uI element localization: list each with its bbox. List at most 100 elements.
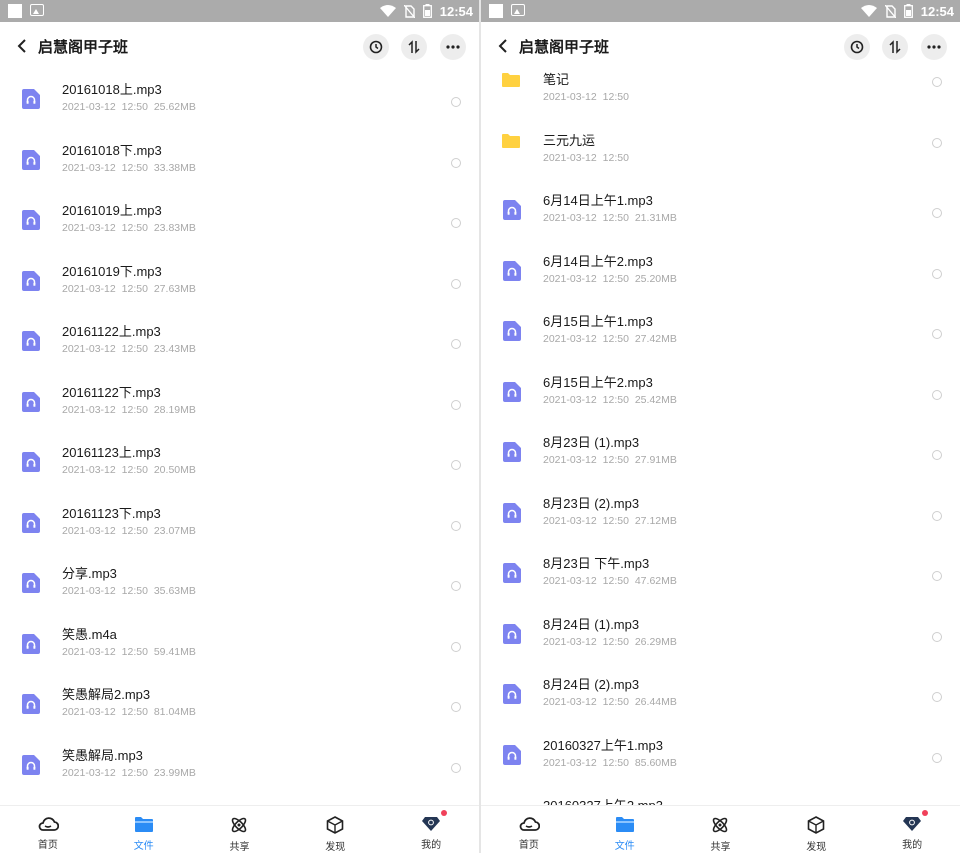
- audio-file-icon: [503, 381, 521, 402]
- select-radio[interactable]: [451, 520, 461, 531]
- file-size: 26.44MB: [634, 696, 677, 708]
- select-radio[interactable]: [451, 399, 461, 410]
- file-meta: 2021-03-12 12:50 25.20MB: [543, 273, 677, 285]
- file-row[interactable]: 6月14日上午2.mp3 2021-03-12 12:50 25.20MB: [481, 240, 960, 301]
- file-row[interactable]: 20161122上.mp3 2021-03-12 12:50 23.43MB: [0, 310, 479, 371]
- notification-square-icon: [489, 4, 503, 18]
- select-radio[interactable]: [932, 510, 942, 521]
- select-radio[interactable]: [932, 329, 942, 339]
- audio-file-icon: [22, 573, 40, 593]
- tab-diamond-profile[interactable]: 我的: [383, 806, 479, 853]
- file-row[interactable]: 20160327上午1.mp3 2021-03-12 12:50 85.60MB: [481, 724, 960, 785]
- file-row[interactable]: 6月15日上午1.mp3 2021-03-12 12:50 27.42MB: [481, 300, 960, 361]
- tab-cloud[interactable]: 首页: [0, 806, 96, 853]
- tab-label: 发现: [325, 842, 346, 853]
- audio-file-icon: [22, 452, 40, 472]
- tab-diamond-profile[interactable]: 我的: [864, 806, 960, 853]
- file-name: 分享.mp3: [62, 566, 117, 581]
- select-radio[interactable]: [932, 571, 942, 581]
- select-radio[interactable]: [932, 77, 942, 87]
- select-radio[interactable]: [451, 97, 461, 107]
- file-row[interactable]: 20161018上.mp3 2021-03-12 12:50 25.62MB: [0, 68, 479, 129]
- file-row[interactable]: 8月24日 (1).mp3 2021-03-12 12:50 26.29MB: [481, 603, 960, 664]
- file-meta: 2021-03-12 12:50 23.07MB: [62, 525, 196, 537]
- notification-dot: [922, 810, 929, 816]
- back-button[interactable]: [10, 34, 34, 58]
- select-radio[interactable]: [451, 157, 461, 168]
- select-radio[interactable]: [932, 450, 942, 460]
- audio-file-icon: [503, 502, 521, 523]
- more-button[interactable]: [921, 34, 947, 60]
- file-name: 20161122下.mp3: [62, 384, 161, 400]
- tab-label: 首页: [518, 840, 539, 851]
- file-size: 33.38MB: [153, 161, 196, 174]
- file-size: 25.20MB: [634, 272, 677, 285]
- sort-icon: [408, 40, 420, 54]
- select-radio[interactable]: [451, 762, 461, 773]
- file-row[interactable]: 8月23日 (1).mp3 2021-03-12 12:50 27.91MB: [481, 421, 960, 482]
- tab-discover-cube[interactable]: 发现: [287, 806, 383, 853]
- folder-row[interactable]: 三元九运 2021-03-12 12:50: [481, 119, 960, 180]
- audio-file-icon: [503, 260, 521, 281]
- bottom-tab-bar: 首页 文件 共享 发现 我的: [481, 805, 960, 853]
- select-radio[interactable]: [932, 752, 942, 763]
- select-radio[interactable]: [932, 692, 942, 702]
- no-sim-icon: [403, 4, 415, 18]
- more-button[interactable]: [440, 34, 466, 60]
- file-date: 2021-03-12: [543, 393, 597, 406]
- select-radio[interactable]: [932, 268, 942, 279]
- tab-label: 文件: [133, 841, 154, 852]
- file-row[interactable]: 6月15日上午2.mp3 2021-03-12 12:50 25.42MB: [481, 361, 960, 422]
- file-row[interactable]: 分享.mp3 2021-03-12 12:50 35.63MB: [0, 552, 479, 613]
- select-radio[interactable]: [451, 581, 461, 591]
- history-button[interactable]: [844, 34, 870, 60]
- file-size: 23.83MB: [153, 222, 196, 234]
- battery-icon: [422, 4, 432, 18]
- file-meta: 2021-03-12 12:50 20.50MB: [62, 464, 196, 476]
- file-row[interactable]: 笑愚解局.mp3 2021-03-12 12:50 23.99MB: [0, 734, 479, 795]
- history-button[interactable]: [363, 34, 389, 60]
- file-row[interactable]: 8月24日 (2).mp3 2021-03-12 12:50 26.44MB: [481, 663, 960, 724]
- tab-share-atom[interactable]: 共享: [192, 806, 288, 853]
- file-row[interactable]: 20161019上.mp3 2021-03-12 12:50 23.83MB: [0, 189, 479, 250]
- file-meta: 2021-03-12 12:50 81.04MB: [62, 706, 196, 718]
- file-time: 12:50: [602, 756, 629, 769]
- file-row[interactable]: 20161018下.mp3 2021-03-12 12:50 33.38MB: [0, 129, 479, 190]
- select-radio[interactable]: [451, 702, 461, 712]
- sort-button[interactable]: [401, 34, 427, 60]
- sort-button[interactable]: [882, 34, 908, 60]
- tab-cloud[interactable]: 首页: [481, 806, 577, 853]
- file-row[interactable]: 6月14日上午1.mp3 2021-03-12 12:50 21.31MB: [481, 179, 960, 240]
- audio-file-icon: [22, 270, 40, 291]
- back-arrow-icon: [498, 39, 507, 53]
- file-row[interactable]: 20160327上午2.mp3: [481, 784, 960, 805]
- file-row[interactable]: 8月23日 下午.mp3 2021-03-12 12:50 47.62MB: [481, 542, 960, 603]
- folder-row[interactable]: 笔记 2021-03-12 12:50: [481, 58, 960, 119]
- select-radio[interactable]: [451, 339, 461, 349]
- select-radio[interactable]: [451, 278, 461, 289]
- select-radio[interactable]: [932, 389, 942, 400]
- tab-folder[interactable]: 文件: [577, 806, 673, 853]
- select-radio[interactable]: [932, 631, 942, 642]
- select-radio[interactable]: [451, 641, 461, 652]
- file-size: 25.42MB: [634, 393, 677, 406]
- file-row[interactable]: 20161123上.mp3 2021-03-12 12:50 20.50MB: [0, 431, 479, 492]
- file-name: 20161019上.mp3: [62, 203, 162, 218]
- file-row[interactable]: 笑愚.m4a 2021-03-12 12:50 59.41MB: [0, 613, 479, 674]
- file-name: 6月14日上午1.mp3: [543, 193, 653, 208]
- folder-icon: [134, 816, 154, 833]
- file-row[interactable]: 20161019下.mp3 2021-03-12 12:50 27.63MB: [0, 250, 479, 311]
- select-radio[interactable]: [451, 218, 461, 228]
- file-size: 23.99MB: [153, 766, 196, 779]
- select-radio[interactable]: [932, 137, 942, 148]
- file-row[interactable]: 8月23日 (2).mp3 2021-03-12 12:50 27.12MB: [481, 482, 960, 543]
- back-button[interactable]: [491, 34, 515, 58]
- file-row[interactable]: 笑愚解局2.mp3 2021-03-12 12:50 81.04MB: [0, 673, 479, 734]
- file-row[interactable]: 20161123下.mp3 2021-03-12 12:50 23.07MB: [0, 492, 479, 553]
- file-row[interactable]: 20161122下.mp3 2021-03-12 12:50 28.19MB: [0, 371, 479, 432]
- select-radio[interactable]: [451, 460, 461, 470]
- tab-discover-cube[interactable]: 发现: [768, 806, 864, 853]
- tab-folder[interactable]: 文件: [96, 806, 192, 853]
- tab-share-atom[interactable]: 共享: [673, 806, 769, 853]
- select-radio[interactable]: [932, 208, 942, 218]
